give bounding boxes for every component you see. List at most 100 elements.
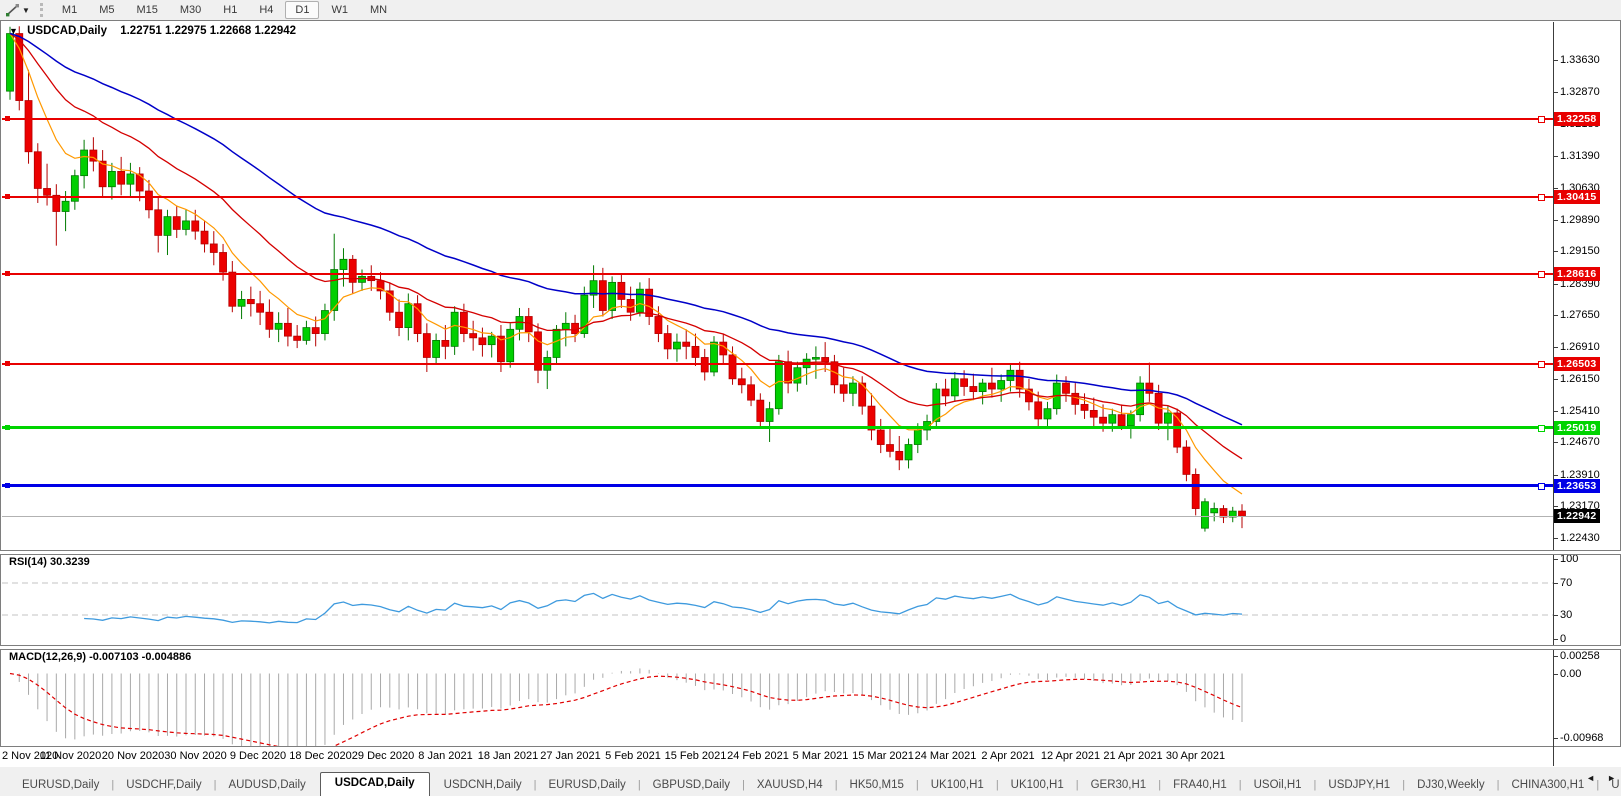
current-price-line[interactable] [2,516,1553,517]
timeframe-button-d1[interactable]: D1 [285,1,319,19]
price-level-chip: 1.25019 [1554,421,1600,435]
price-axis-tick [1553,475,1558,476]
chart-tab-dj30-weekly[interactable]: DJ30,Weekly [1405,775,1497,796]
chart-tab-eurusd-daily[interactable]: EURUSD,Daily [536,775,637,796]
timeframe-button-h1[interactable]: H1 [213,1,247,19]
chart-tab-hk50-m15[interactable]: HK50,M15 [838,775,916,796]
rsi-axis-tick [1553,559,1558,560]
chart-tab-ger30-h1[interactable]: GER30,H1 [1079,775,1159,796]
price-axis-tick [1553,188,1558,189]
chart-title: ▼ USDCAD,Daily 1.22751 1.22975 1.22668 1… [9,25,296,37]
price-axis-label: 1.22430 [1560,532,1600,544]
timeframe-button-m30[interactable]: M30 [170,1,211,19]
timeframe-button-h4[interactable]: H4 [249,1,283,19]
tool-dropdown-caret-icon[interactable]: ▼ [22,6,30,15]
line-handle-left[interactable] [5,194,10,199]
timeframe-button-w1[interactable]: W1 [321,1,358,19]
candle [173,206,180,238]
candle [887,427,894,457]
panel-divider[interactable] [0,645,1621,650]
chart-tab-usdchf-daily[interactable]: USDCHF,Daily [114,775,213,796]
horizontal-level-line[interactable] [2,118,1553,120]
date-axis-label: 18 Jan 2021 [478,750,539,762]
candle [785,351,792,394]
toolbar-grip[interactable] [40,3,43,17]
horizontal-level-line[interactable] [2,484,1553,487]
candle [877,419,884,453]
date-axis-label: 8 Jan 2021 [418,750,472,762]
chart-tab-usdjpy-h1[interactable]: USDJPY,H1 [1316,775,1402,796]
chart-tab-usdcad-daily[interactable]: USDCAD,Daily [320,772,430,796]
chart-tab-uk100-h1[interactable]: UK100,H1 [999,775,1076,796]
candle [183,210,190,236]
price-axis-label: 1.26150 [1560,373,1600,385]
line-handle-right[interactable] [1538,361,1545,368]
candle [340,248,347,286]
macd-panel[interactable] [2,648,1553,746]
line-handle-left[interactable] [5,361,10,366]
candlestick-chart [2,22,1553,550]
line-handle-left[interactable] [5,116,10,121]
candle [155,197,162,252]
candle [738,368,745,394]
line-handle-right[interactable] [1538,271,1545,278]
rsi-label: RSI(14) 30.3239 [9,556,90,568]
candle [1229,507,1236,522]
horizontal-level-line[interactable] [2,426,1553,429]
rsi-line [84,593,1242,623]
chart-tab-usdcnh-daily[interactable]: USDCNH,Daily [432,775,534,796]
candle [229,261,236,312]
timeframe-button-m15[interactable]: M15 [126,1,167,19]
candle [127,163,134,197]
timeframe-button-mn[interactable]: MN [360,1,397,19]
horizontal-level-line[interactable] [2,273,1553,275]
chart-tab-eurusd-daily[interactable]: EURUSD,Daily [10,775,111,796]
candle [998,375,1005,402]
price-axis-tick [1553,347,1558,348]
candle [1044,402,1051,428]
price-axis-label: 1.31390 [1560,150,1600,162]
candle [71,170,78,210]
trendline-tool-icon[interactable] [3,2,21,18]
chart-tab-audusd-daily[interactable]: AUDUSD,Daily [216,775,317,796]
horizontal-level-line[interactable] [2,363,1553,365]
chart-tab-china300-h1[interactable]: CHINA300,H1 [1499,775,1596,796]
line-handle-left[interactable] [5,425,10,430]
line-handle-right[interactable] [1538,425,1545,432]
chart-tab-xauusd-h4[interactable]: XAUUSD,H4 [745,775,835,796]
rsi-axis-tick [1553,583,1558,584]
line-handle-left[interactable] [5,271,10,276]
date-axis-label: 24 Mar 2021 [915,750,977,762]
chart-tab-usoil-h1[interactable]: USOil,H1 [1242,775,1314,796]
price-axis-tick [1553,92,1558,93]
panel-divider[interactable] [0,550,1621,555]
date-axis-label: 20 Nov 2020 [102,750,164,762]
candle [590,265,597,308]
line-handle-right[interactable] [1538,483,1545,490]
macd-label: MACD(12,26,9) -0.007103 -0.004886 [9,651,191,663]
chart-collapse-caret-icon[interactable]: ▼ [9,26,18,36]
chart-tab-gbpusd-daily[interactable]: GBPUSD,Daily [641,775,742,796]
line-handle-right[interactable] [1538,194,1545,201]
candle [1183,440,1190,481]
date-axis-label: 2 Apr 2021 [981,750,1034,762]
main-price-panel[interactable] [2,22,1553,550]
line-handle-left[interactable] [5,483,10,488]
chart-tab-fra40-h1[interactable]: FRA40,H1 [1161,775,1239,796]
price-axis-tick [1553,284,1558,285]
timeframe-button-m5[interactable]: M5 [89,1,124,19]
macd-chart [2,648,1553,746]
candle [451,306,458,355]
line-handle-right[interactable] [1538,116,1545,123]
rsi-panel[interactable] [2,553,1553,645]
candle [757,393,764,427]
horizontal-level-line[interactable] [2,196,1553,198]
timeframe-button-m1[interactable]: M1 [52,1,87,19]
chart-tab-uk100-h1[interactable]: UK100,H1 [919,775,996,796]
tab-scroll-right-icon[interactable]: ► [1605,772,1618,784]
price-axis-separator [1553,22,1554,766]
candle [618,274,625,308]
tab-scroll-left-icon[interactable]: ◄ [1584,772,1597,784]
chart-ohlc-values: 1.22751 1.22975 1.22668 1.22942 [120,25,296,37]
candle [108,163,115,200]
